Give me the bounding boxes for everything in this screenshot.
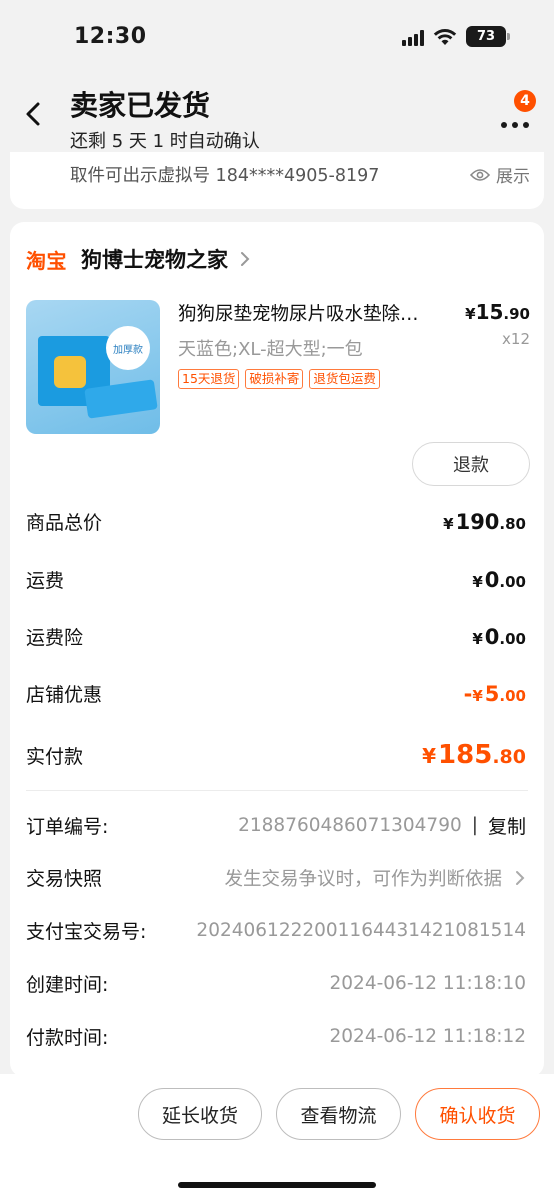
price-decimal: .90: [503, 305, 530, 323]
order-number: 2188760486071304790: [238, 815, 462, 836]
chevron-right-icon: [516, 870, 525, 885]
separator: |: [471, 815, 478, 836]
copy-order-number-button[interactable]: 复制: [488, 812, 526, 839]
thickened-badge: 加厚款: [106, 326, 150, 370]
cellular-signal-icon: [402, 28, 424, 46]
product-spec: 天蓝色;XL-超大型;一包: [178, 339, 363, 360]
summary-amount: ¥190.80: [443, 509, 526, 534]
order-number-row: 订单编号: 2188760486071304790 | 复制: [26, 812, 526, 839]
summary-row-paid-total: 实付款 ¥185.80: [26, 740, 526, 770]
price-currency: ¥: [465, 305, 476, 323]
summary-amount: ¥0.00: [472, 567, 526, 592]
price-integer: 15: [475, 300, 504, 324]
summary-row-shipping-insurance: 运费险 ¥0.00: [26, 623, 526, 650]
chevron-right-icon: [241, 252, 250, 266]
summary-label: 店铺优惠: [26, 684, 103, 706]
service-tags: 15天退货 破损补寄 退货包运费: [178, 369, 380, 389]
trade-snapshot-row[interactable]: 交易快照 发生交易争议时，可作为判断依据: [26, 864, 526, 891]
paid-time-row: 付款时间: 2024-06-12 11:18:12: [26, 1023, 526, 1050]
paid-time: 2024-06-12 11:18:12: [329, 1026, 526, 1047]
divider: [26, 790, 528, 791]
product-thumbnail[interactable]: 加厚款: [26, 300, 160, 434]
order-number-value-group: 2188760486071304790 | 复制: [238, 812, 526, 839]
product-quantity: x12: [502, 330, 530, 348]
summary-label: 商品总价: [26, 512, 103, 534]
view-logistics-button[interactable]: 查看物流: [276, 1088, 401, 1140]
shop-link[interactable]: 淘宝 狗博士宠物之家: [26, 244, 252, 274]
more-dots-icon: [501, 122, 529, 128]
summary-amount: ¥185.80: [422, 740, 526, 770]
refund-button[interactable]: 退款: [412, 442, 530, 486]
dog-logo-graphic: [54, 356, 86, 388]
taobao-logo: 淘宝: [26, 248, 67, 273]
more-menu-button[interactable]: 4: [500, 90, 536, 130]
show-number-button[interactable]: 展示: [470, 162, 530, 187]
battery-icon: 73: [466, 26, 510, 47]
summary-amount: -¥5.00: [463, 681, 526, 706]
tag-return-shipping: 退货包运费: [309, 369, 380, 389]
auto-confirm-countdown: 还剩 5 天 1 时自动确认: [70, 131, 260, 152]
summary-row-shipping: 运费 ¥0.00: [26, 566, 526, 593]
summary-row-goods-total: 商品总价 ¥190.80: [26, 508, 526, 535]
created-time: 2024-06-12 11:18:10: [329, 973, 526, 994]
extend-receipt-button[interactable]: 延长收货: [138, 1088, 262, 1140]
page-title: 卖家已发货: [70, 89, 211, 122]
nav-header: 卖家已发货 还剩 5 天 1 时自动确认 4: [0, 72, 554, 160]
order-number-label: 订单编号:: [26, 816, 109, 838]
paid-time-label: 付款时间:: [26, 1027, 109, 1049]
eye-icon: [470, 168, 490, 181]
shop-name: 狗博士宠物之家: [81, 248, 228, 272]
message-badge: 4: [514, 90, 536, 112]
alipay-trade-number: 2024061222001164431421081514: [196, 920, 526, 941]
order-card: 淘宝 狗博士宠物之家 加厚款 狗狗尿垫宠物尿片吸水垫除… ¥15.90 x12 …: [10, 222, 544, 1077]
trade-snapshot-label: 交易快照: [26, 868, 103, 890]
bottom-action-bar: 延长收货 查看物流 确认收货: [0, 1074, 554, 1200]
created-time-label: 创建时间:: [26, 974, 109, 996]
pickup-card: 取件可出示虚拟号 184****4905-8197 展示: [10, 152, 544, 209]
trade-snapshot-hint: 发生交易争议时，可作为判断依据: [224, 868, 502, 890]
confirm-receipt-button[interactable]: 确认收货: [415, 1088, 540, 1140]
pickup-virtual-number: 取件可出示虚拟号 184****4905-8197: [70, 166, 380, 186]
product-title[interactable]: 狗狗尿垫宠物尿片吸水垫除…: [178, 300, 456, 326]
tag-15-day-return: 15天退货: [178, 369, 240, 389]
show-label: 展示: [496, 167, 530, 187]
alipay-trade-number-label: 支付宝交易号:: [26, 921, 147, 943]
summary-label: 运费险: [26, 627, 84, 649]
summary-label: 实付款: [26, 745, 84, 768]
tag-damage-resend: 破损补寄: [245, 369, 304, 389]
created-time-row: 创建时间: 2024-06-12 11:18:10: [26, 970, 526, 997]
status-icons: 73: [402, 26, 510, 47]
summary-amount: ¥0.00: [472, 624, 526, 649]
wifi-icon: [433, 28, 457, 45]
status-bar: 12:30 73: [0, 0, 554, 72]
summary-label: 运费: [26, 570, 65, 592]
alipay-trade-number-row: 支付宝交易号: 2024061222001164431421081514: [26, 917, 526, 944]
status-time: 12:30: [74, 24, 147, 49]
home-indicator[interactable]: [178, 1182, 376, 1188]
back-arrow-icon[interactable]: [20, 98, 48, 130]
trade-snapshot-value-group: 发生交易争议时，可作为判断依据: [224, 865, 526, 891]
product-price: ¥15.90: [465, 300, 530, 324]
summary-row-store-discount: 店铺优惠 -¥5.00: [26, 680, 526, 707]
